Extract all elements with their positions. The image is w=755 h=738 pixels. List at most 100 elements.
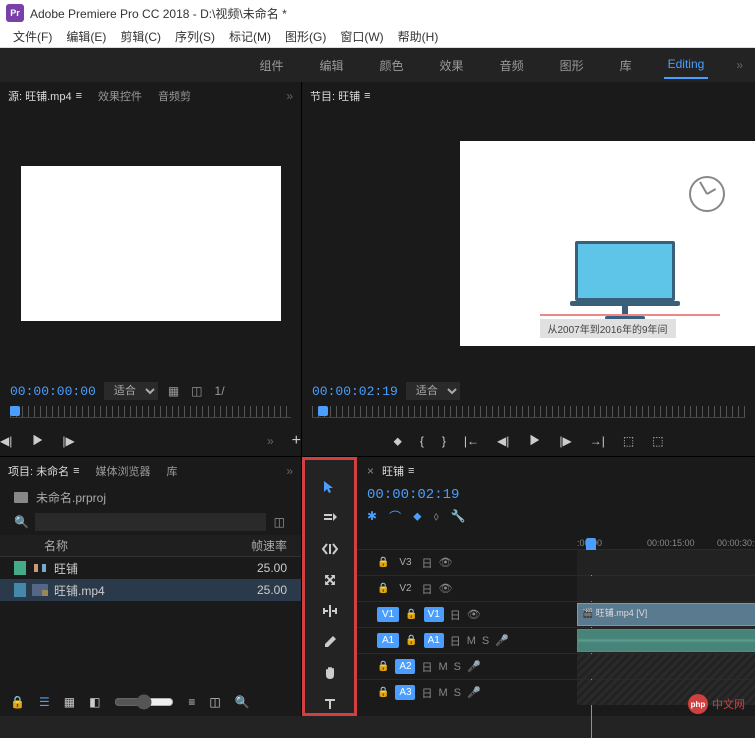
thumbnail-size-slider[interactable] [114,694,174,710]
track-select-tool-icon[interactable] [319,509,341,526]
step-forward-icon[interactable]: |▶ [62,434,74,448]
lock-icon[interactable]: 🔒 [377,661,389,672]
tab-program[interactable]: 节目: 旺铺 ≡ [310,88,371,104]
ws-graphics[interactable]: 图形 [556,51,588,80]
rate-stretch-tool-icon[interactable] [319,571,341,588]
add-marker-icon[interactable]: + [292,432,301,450]
program-ruler[interactable] [312,406,745,426]
tab-media-browser[interactable]: 媒体浏览器 [96,463,151,479]
freeform-view-icon[interactable]: ◧ [89,695,100,709]
track-content[interactable] [577,550,755,575]
timeline-timecode[interactable]: 00:00:02:19 [357,485,755,505]
panel-menu-icon[interactable]: ≡ [364,90,370,102]
track-content[interactable] [577,628,755,653]
voiceover-icon[interactable]: 🎤 [467,660,481,673]
ws-audio[interactable]: 音频 [496,51,528,80]
track-output-icon[interactable]: 日 [421,555,432,571]
ws-editing-en[interactable]: Editing [664,51,709,79]
voiceover-icon[interactable]: 🎤 [495,634,509,647]
project-item-clip[interactable]: 旺铺.mp4 25.00 [0,579,301,601]
menu-file[interactable]: 文件(F) [6,28,59,45]
panel-menu-icon[interactable]: ≡ [76,90,82,102]
menu-sequence[interactable]: 序列(S) [168,28,222,45]
extract-icon[interactable]: ⬚ [652,434,663,448]
tab-effect-controls[interactable]: 效果控件 [98,88,142,104]
tab-overflow-icon[interactable]: » [286,464,293,478]
mute-icon[interactable]: M [438,687,447,699]
search-icon[interactable]: 🔍 [14,515,29,529]
col-name[interactable]: 名称 [14,537,237,554]
track-label[interactable]: V2 [395,583,415,594]
program-zoom-select[interactable]: 适合 [406,382,460,400]
lock-icon[interactable]: 🔒 [405,609,417,620]
mark-in-icon[interactable]: { [420,434,424,448]
col-fps[interactable]: 帧速率 [237,537,287,554]
automate-icon[interactable]: ◫ [209,695,220,709]
controls-overflow-icon[interactable]: » [267,434,274,448]
solo-icon[interactable]: S [482,635,489,647]
type-tool-icon[interactable] [319,696,341,713]
step-back-icon[interactable]: ◀| [497,434,509,448]
menu-window[interactable]: 窗口(W) [333,28,390,45]
selection-tool-icon[interactable] [319,478,341,495]
track-content[interactable] [577,576,755,601]
lock-icon[interactable]: 🔒 [405,635,417,646]
source-patch[interactable]: A1 [377,633,399,648]
eye-icon[interactable]: 👁 [438,556,452,569]
track-output-icon[interactable]: 日 [421,659,432,675]
track-content[interactable] [577,654,755,679]
add-marker-icon[interactable]: ⬥ [413,509,421,524]
ws-effects[interactable]: 效果 [436,51,468,80]
menu-edit[interactable]: 编辑(E) [59,28,113,45]
razor-tool-icon[interactable] [319,603,341,620]
video-clip[interactable]: 🎬 旺铺.mp4 [V] [577,603,755,626]
ws-libraries[interactable]: 库 [616,51,636,80]
project-column-headers[interactable]: 名称 帧速率 [0,535,301,557]
menu-clip[interactable]: 剪辑(C) [113,28,168,45]
track-output-icon[interactable]: 日 [450,607,461,623]
solo-icon[interactable]: S [454,687,461,699]
go-to-in-icon[interactable]: |← [464,434,479,448]
track-label[interactable]: A3 [395,685,415,700]
close-icon[interactable]: × [367,464,374,478]
wrench-icon[interactable]: 🔧 [451,509,466,523]
filter-icon[interactable]: ◫ [272,513,287,531]
source-zoom-select[interactable]: 适合 [104,382,158,400]
eye-icon[interactable]: 👁 [438,582,452,595]
tab-sequence[interactable]: 旺铺 ≡ [382,463,414,479]
mute-icon[interactable]: M [467,635,476,647]
lift-icon[interactable]: ⬚ [623,434,634,448]
resolution-icon[interactable]: ◫ [189,382,204,400]
lock-icon[interactable]: 🔒 [10,695,25,709]
source-ruler[interactable] [10,406,291,426]
mark-in-icon[interactable]: ◀| [0,434,12,448]
lock-icon[interactable]: 🔒 [377,583,389,594]
track-output-icon[interactable]: 日 [421,581,432,597]
track-label[interactable]: A1 [424,633,444,648]
project-item-sequence[interactable]: 旺铺 25.00 [0,557,301,579]
sort-icon[interactable]: ≡ [188,695,195,709]
program-timecode[interactable]: 00:00:02:19 [312,384,398,399]
pen-tool-icon[interactable] [319,634,341,651]
ws-overflow-icon[interactable]: » [736,58,743,72]
source-patch[interactable]: V1 [377,607,399,622]
step-forward-icon[interactable]: |▶ [559,434,571,448]
hand-tool-icon[interactable] [319,665,341,682]
icon-view-icon[interactable]: ▦ [64,695,75,709]
tab-overflow-icon[interactable]: » [286,89,293,103]
tab-audio-clip[interactable]: 音频剪 [158,88,191,104]
project-search-input[interactable] [35,513,266,531]
solo-icon[interactable]: S [454,661,461,673]
track-label[interactable]: A2 [395,659,415,674]
snap-icon[interactable]: ✱ [367,509,377,523]
find-icon[interactable]: 🔍 [235,695,250,709]
tab-libraries[interactable]: 库 [167,463,178,479]
tab-source[interactable]: 源: 旺铺.mp4 ≡ [8,88,82,104]
ripple-edit-tool-icon[interactable] [319,540,341,557]
lock-icon[interactable]: 🔒 [377,557,389,568]
voiceover-icon[interactable]: 🎤 [467,686,481,699]
ws-color[interactable]: 颜色 [376,51,408,80]
track-output-icon[interactable]: 日 [450,633,461,649]
track-content[interactable]: 🎬 旺铺.mp4 [V] [577,602,755,627]
program-monitor-view[interactable]: 从2007年到2016年的9年间 [302,110,755,376]
